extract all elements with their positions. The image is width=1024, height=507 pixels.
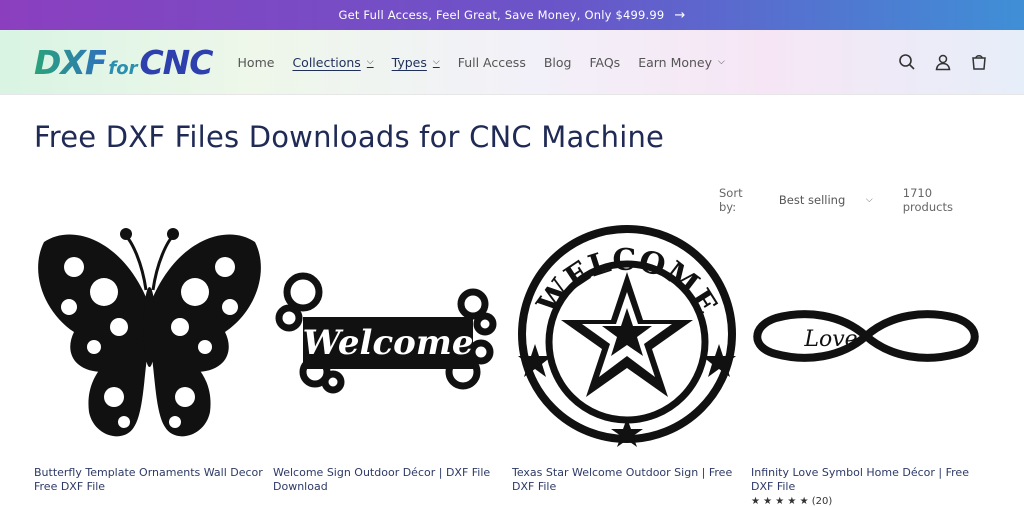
page-title: Free DXF Files Downloads for CNC Machine (34, 120, 665, 154)
nav-collections[interactable]: Collections ⌵ (292, 55, 373, 70)
sort-select[interactable]: Best selling (779, 193, 866, 207)
search-icon[interactable] (898, 53, 916, 71)
product-title[interactable]: Texas Star Welcome Outdoor Sign | Free D… (512, 466, 743, 494)
announcement-text[interactable]: Get Full Access, Feel Great, Save Money,… (338, 8, 664, 22)
site-logo[interactable]: DXF for CNC (34, 42, 214, 82)
nav-earn-money[interactable]: Earn Money ⌵ (638, 55, 725, 70)
product-title[interactable]: Welcome Sign Outdoor Décor | DXF File Do… (273, 466, 504, 494)
product-image-butterfly[interactable] (34, 222, 265, 450)
product-image-texas-star[interactable]: WELCOME (512, 222, 743, 450)
sort-label: Sort by: (719, 186, 743, 214)
nav-types-label: Types (391, 54, 427, 70)
nav-full-access-label: Full Access (457, 54, 526, 70)
nav-blog[interactable]: Blog (544, 55, 572, 70)
product-card[interactable]: WELCOME Texas Star Welcome Outdoor Sign … (512, 222, 743, 507)
nav-earn-money-label: Earn Money (638, 54, 713, 70)
rating-stars: ★ ★ ★ ★ ★ (751, 496, 809, 507)
nav-types[interactable]: Types ⌵ (392, 55, 440, 70)
logo-dxf: DXF (34, 42, 107, 82)
nav-blog-label: Blog (543, 54, 572, 70)
product-count: 1710 products (902, 186, 953, 214)
nav-full-access[interactable]: Full Access (458, 55, 526, 70)
product-rating: ★ ★ ★ ★ ★ (20) (751, 496, 982, 507)
product-image-infinity-love[interactable]: Love (751, 222, 982, 450)
logo-for: for (108, 57, 138, 79)
product-image-welcome-sign[interactable]: Welcome (273, 222, 504, 450)
sort-bar: Sort by: Best selling ⌵ 1710 products (719, 186, 985, 214)
welcome-sign-text: Welcome (303, 323, 474, 363)
product-card[interactable]: Welcome Welcome Sign Outdoor Décor | DXF… (273, 222, 504, 507)
account-icon[interactable] (934, 53, 952, 71)
chevron-down-icon: ⌵ (718, 57, 725, 67)
nav-faqs[interactable]: FAQs (589, 55, 620, 70)
chevron-down-icon: ⌵ (432, 57, 440, 67)
logo-cnc: CNC (139, 42, 213, 82)
main-nav: Home Collections ⌵ Types ⌵ Full Access Blo… (229, 55, 734, 70)
nav-collections-label: Collections (292, 54, 361, 70)
header-icons (898, 53, 988, 71)
cart-icon[interactable] (970, 53, 988, 71)
arrow-right-icon: → (674, 7, 686, 23)
infinity-love-text: Love (803, 327, 857, 352)
product-card[interactable]: Love Infinity Love Symbol Home Décor | F… (751, 222, 982, 507)
rating-count: (20) (811, 496, 833, 507)
chevron-down-icon[interactable]: ⌵ (866, 195, 873, 205)
nav-faqs-label: FAQs (589, 54, 621, 70)
product-title[interactable]: Butterfly Template Ornaments Wall Decor … (34, 466, 265, 494)
site-header: DXF for CNC Home Collections ⌵ Types ⌵ Ful… (0, 30, 1024, 95)
product-card[interactable]: Butterfly Template Ornaments Wall Decor … (34, 222, 265, 507)
product-grid: Butterfly Template Ornaments Wall Decor … (34, 222, 982, 507)
nav-home[interactable]: Home (238, 55, 275, 70)
announcement-bar[interactable]: Get Full Access, Feel Great, Save Money,… (0, 0, 1024, 30)
nav-home-label: Home (237, 54, 275, 70)
product-title[interactable]: Infinity Love Symbol Home Décor | Free D… (751, 466, 982, 494)
chevron-down-icon: ⌵ (366, 57, 374, 67)
